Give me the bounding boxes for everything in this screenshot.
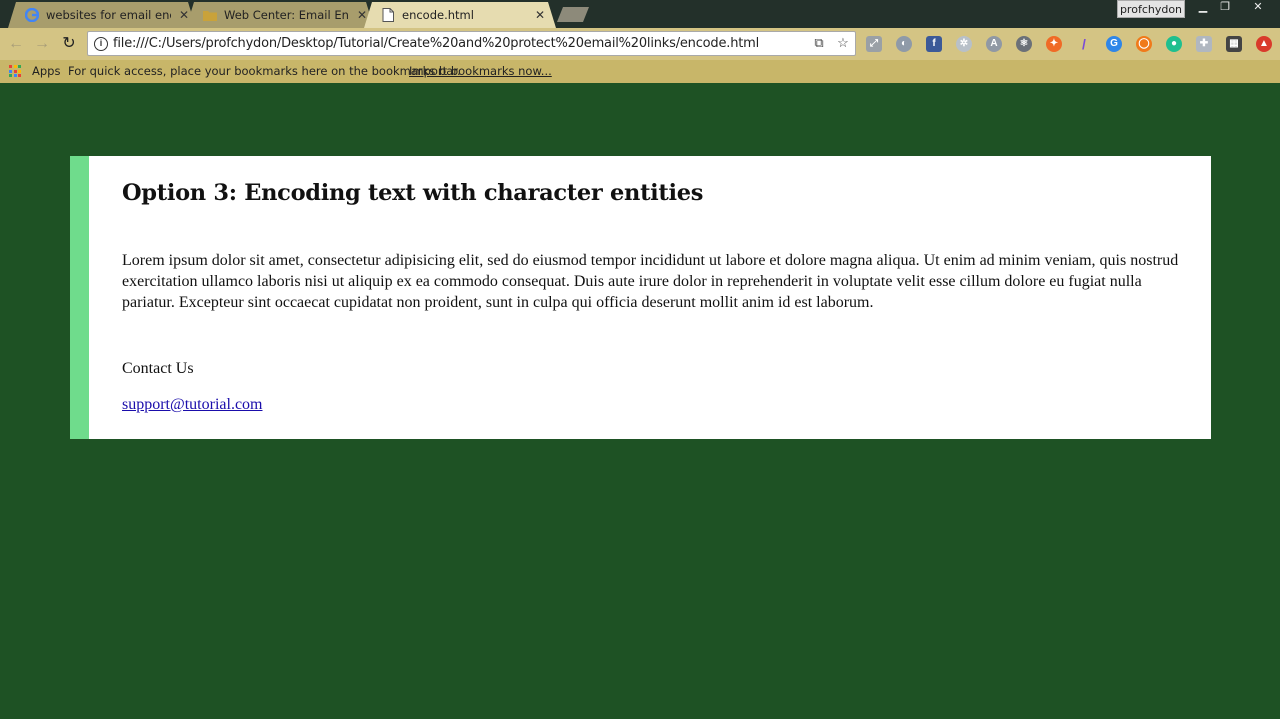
- address-bar[interactable]: i file:///C:/Users/profchydon/Desktop/Tu…: [87, 31, 856, 56]
- tab-title: encode.html: [402, 8, 474, 22]
- tab-strip: websites for email encod ✕ Web Center: E…: [0, 0, 1280, 28]
- apps-icon[interactable]: [9, 65, 21, 77]
- info-icon[interactable]: i: [94, 36, 108, 51]
- extension-blue-icon[interactable]: G: [1106, 36, 1122, 52]
- google-icon: [24, 7, 40, 23]
- file-icon: [380, 7, 396, 23]
- close-icon[interactable]: ✕: [533, 8, 547, 22]
- react-icon[interactable]: ⚛: [1016, 36, 1032, 52]
- translate-icon[interactable]: ⧉: [811, 35, 827, 51]
- extension-green-icon[interactable]: ●: [1166, 36, 1182, 52]
- bookmarks-bar: Apps For quick access, place your bookma…: [0, 60, 1280, 83]
- new-tab-button[interactable]: [557, 7, 589, 22]
- pen-icon[interactable]: /: [1076, 36, 1092, 52]
- url-text: file:///C:/Users/profchydon/Desktop/Tuto…: [113, 36, 760, 51]
- window-close-icon[interactable]: ✕: [1244, 0, 1272, 16]
- tab-title: websites for email encod: [46, 8, 171, 22]
- restore-icon[interactable]: ❐: [1214, 0, 1236, 16]
- forward-icon[interactable]: →: [32, 34, 52, 54]
- lorem-paragraph: Lorem ipsum dolor sit amet, consectetur …: [122, 252, 1179, 311]
- close-icon[interactable]: ✕: [355, 8, 369, 22]
- apps-label[interactable]: Apps: [32, 64, 60, 78]
- extension-ball-icon[interactable]: ◯: [1136, 36, 1152, 52]
- minimize-icon[interactable]: ▁: [1192, 0, 1214, 16]
- extension-expand-icon[interactable]: ⤢: [866, 36, 882, 52]
- tab-web-center[interactable]: Web Center: Email Encoc ✕: [186, 2, 374, 28]
- content-card: Option 3: Encoding text with character e…: [70, 156, 1211, 439]
- extension-red-icon[interactable]: ▲: [1256, 36, 1272, 52]
- tab-websites-for-email[interactable]: websites for email encod ✕: [8, 2, 196, 28]
- bookmarks-message: For quick access, place your bookmarks h…: [68, 64, 461, 78]
- tab-title: Web Center: Email Encoc: [224, 8, 349, 22]
- folder-icon: [202, 7, 218, 23]
- puzzle-icon[interactable]: ✚: [1196, 36, 1212, 52]
- extension-dark-icon[interactable]: ▦: [1226, 36, 1242, 52]
- close-icon[interactable]: ✕: [177, 8, 191, 22]
- bookmark-star-icon[interactable]: ☆: [835, 35, 851, 51]
- profile-button[interactable]: profchydon: [1117, 0, 1185, 18]
- extension-orange-icon[interactable]: ✦: [1046, 36, 1062, 52]
- import-bookmarks-link[interactable]: Import bookmarks now...: [409, 64, 552, 78]
- extension-globe-icon[interactable]: ◐: [896, 36, 912, 52]
- toolbar: ← → ↻ i file:///C:/Users/profchydon/Desk…: [0, 28, 1280, 60]
- email-link[interactable]: support@tutorial.com: [122, 396, 263, 414]
- facebook-icon[interactable]: f: [926, 36, 942, 52]
- contact-label: Contact Us: [122, 360, 194, 377]
- tab-encode-html[interactable]: encode.html ✕: [364, 2, 556, 28]
- angular-icon[interactable]: A: [986, 36, 1002, 52]
- extension-gear-icon[interactable]: ✲: [956, 36, 972, 52]
- page-heading: Option 3: Encoding text with character e…: [122, 180, 704, 206]
- reload-icon[interactable]: ↻: [59, 34, 79, 54]
- back-icon[interactable]: ←: [6, 34, 26, 54]
